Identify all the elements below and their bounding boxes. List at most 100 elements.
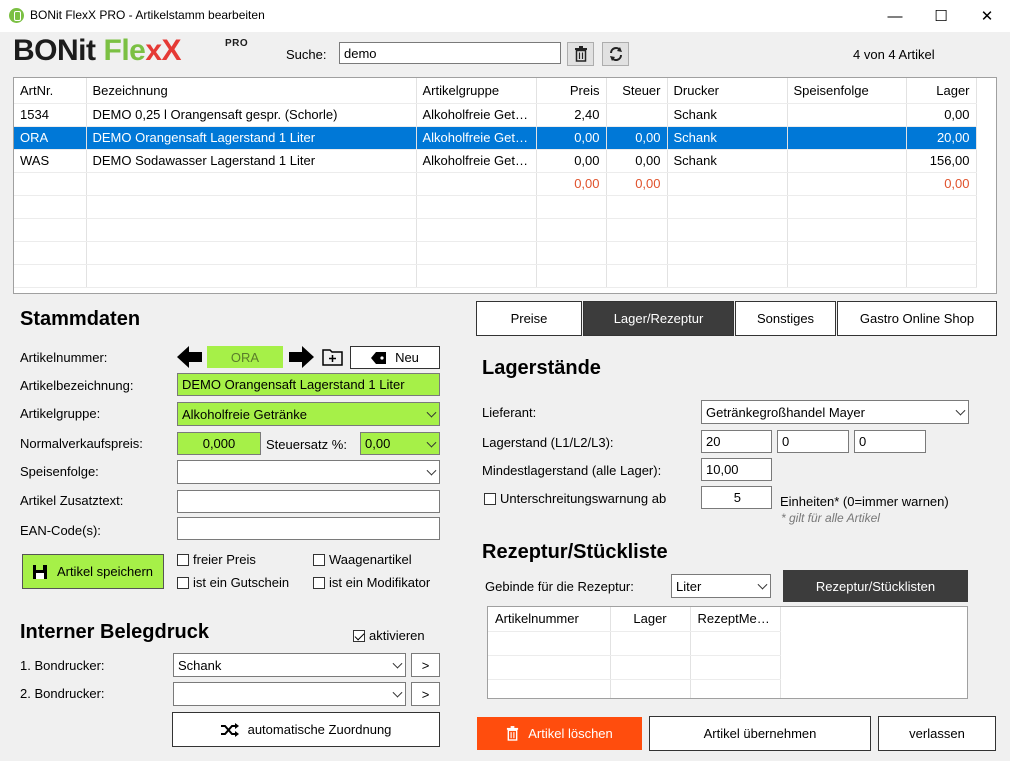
steuersatz-value: 0,00 bbox=[365, 436, 391, 451]
warnung-input[interactable]: 5 bbox=[701, 486, 772, 509]
cell-artnr: WAS bbox=[14, 149, 87, 173]
aktivieren-label: aktivieren bbox=[369, 628, 425, 643]
minimize-button[interactable]: — bbox=[872, 0, 918, 32]
cell-steuer-total: 0,00 bbox=[606, 172, 668, 196]
gutschein-checkbox[interactable]: ist ein Gutschein bbox=[177, 575, 289, 590]
artikelgruppe-label: Artikelgruppe: bbox=[20, 406, 101, 421]
table-row[interactable]: 1534 DEMO 0,25 l Orangensaft gespr. (Sch… bbox=[14, 103, 977, 127]
cell-speisenfolge bbox=[787, 149, 907, 173]
col-steuer[interactable]: Steuer bbox=[606, 78, 668, 104]
col-lager[interactable]: Lager bbox=[610, 607, 691, 632]
lieferant-select[interactable]: Getränkegroßhandel Mayer bbox=[701, 400, 969, 424]
previous-article-button[interactable] bbox=[177, 346, 202, 368]
rezeptur-stuecklisten-button[interactable]: Rezeptur/Stücklisten bbox=[783, 570, 968, 602]
lagerstand-label: Lagerstand (L1/L2/L3): bbox=[482, 435, 614, 450]
bondrucker2-more-button[interactable]: > bbox=[411, 682, 440, 706]
table-row[interactable]: WAS DEMO Sodawasser Lagerstand 1 Liter A… bbox=[14, 149, 977, 173]
col-artnr[interactable]: ArtNr. bbox=[14, 78, 87, 104]
clear-search-button[interactable] bbox=[567, 42, 594, 66]
gebinde-select[interactable]: Liter bbox=[671, 574, 771, 598]
tab-gastro-online-shop[interactable]: Gastro Online Shop bbox=[837, 301, 997, 336]
checkbox-box bbox=[177, 576, 189, 589]
trash-icon bbox=[507, 726, 519, 741]
tab-lager-rezeptur[interactable]: Lager/Rezeptur bbox=[583, 301, 734, 336]
col-artikelnummer[interactable]: Artikelnummer bbox=[488, 607, 611, 632]
new-article-label: Neu bbox=[395, 350, 419, 365]
lagerstand-l1-input[interactable]: 20 bbox=[701, 430, 772, 453]
steuersatz-select[interactable]: 0,00 bbox=[360, 432, 440, 455]
logo-text-flex: Fle bbox=[103, 34, 146, 67]
stammdaten-heading: Stammdaten bbox=[20, 308, 141, 330]
tab-sonstiges[interactable]: Sonstiges bbox=[735, 301, 836, 336]
close-button[interactable]: ✕ bbox=[964, 0, 1010, 32]
chevron-down-icon bbox=[426, 437, 437, 448]
zusatztext-input[interactable] bbox=[177, 490, 440, 513]
bondrucker2-select[interactable] bbox=[173, 682, 406, 706]
speisenfolge-label: Speisenfolge: bbox=[20, 464, 99, 479]
cell-bezeichnung: DEMO Orangensaft Lagerstand 1 Liter bbox=[86, 126, 417, 150]
col-speisenfolge[interactable]: Speisenfolge bbox=[787, 78, 907, 104]
table-row-empty bbox=[488, 655, 781, 680]
speisenfolge-select[interactable] bbox=[177, 460, 440, 484]
auto-assign-label: automatische Zuordnung bbox=[247, 722, 392, 737]
belegdruck-heading: Interner Belegdruck bbox=[20, 621, 209, 643]
cell-steuer: 0,00 bbox=[606, 126, 668, 150]
col-rezeptmenge[interactable]: RezeptMenge bbox=[690, 607, 781, 632]
waagenartikel-checkbox[interactable]: Waagenartikel bbox=[313, 552, 412, 567]
rezeptur-grid: Artikelnummer Lager RezeptMenge bbox=[487, 606, 968, 699]
tab-preise[interactable]: Preise bbox=[476, 301, 582, 336]
lieferant-value: Getränkegroßhandel Mayer bbox=[706, 404, 865, 420]
col-artikelgruppe[interactable]: Artikelgruppe bbox=[416, 78, 537, 104]
ean-input[interactable] bbox=[177, 517, 440, 540]
artnr-input[interactable]: ORA bbox=[207, 346, 283, 368]
tag-icon bbox=[371, 351, 387, 364]
chevron-down-icon bbox=[392, 687, 403, 698]
cell-lager-total: 0,00 bbox=[906, 172, 977, 196]
trash-icon bbox=[574, 46, 587, 62]
cell-preis: 0,00 bbox=[536, 149, 607, 173]
bezeichnung-input[interactable]: DEMO Orangensaft Lagerstand 1 Liter bbox=[177, 373, 440, 396]
new-article-button[interactable]: Neu bbox=[350, 346, 440, 369]
auto-assign-button[interactable]: automatische Zuordnung bbox=[172, 712, 440, 747]
search-label: Suche: bbox=[286, 47, 327, 62]
next-article-button[interactable] bbox=[289, 346, 314, 368]
aktivieren-checkbox[interactable]: aktivieren bbox=[353, 628, 425, 643]
freier-preis-checkbox[interactable]: freier Preis bbox=[177, 552, 256, 567]
bondrucker1-select[interactable]: Schank bbox=[173, 653, 406, 677]
save-icon bbox=[32, 564, 47, 579]
cell-bezeichnung: DEMO Sodawasser Lagerstand 1 Liter bbox=[86, 149, 417, 173]
col-preis[interactable]: Preis bbox=[536, 78, 607, 104]
cell-drucker: Schank bbox=[667, 149, 788, 173]
new-folder-button[interactable] bbox=[322, 347, 344, 367]
col-drucker[interactable]: Drucker bbox=[667, 78, 788, 104]
mindestlagerstand-input[interactable]: 10,00 bbox=[701, 458, 772, 481]
checkbox-box bbox=[313, 576, 325, 589]
refresh-button[interactable] bbox=[602, 42, 629, 66]
unterschreitungswarnung-checkbox[interactable]: Unterschreitungswarnung ab bbox=[484, 491, 666, 506]
cell-speisenfolge bbox=[787, 103, 907, 127]
modifikator-checkbox[interactable]: ist ein Modifikator bbox=[313, 575, 430, 590]
cell-drucker: Schank bbox=[667, 126, 788, 150]
exit-button[interactable]: verlassen bbox=[878, 716, 996, 751]
lagerstand-l3-input[interactable]: 0 bbox=[854, 430, 926, 453]
mindestlagerstand-label: Mindestlagerstand (alle Lager): bbox=[482, 463, 662, 478]
lagerstand-l2-input[interactable]: 0 bbox=[777, 430, 849, 453]
apply-article-button[interactable]: Artikel übernehmen bbox=[649, 716, 871, 751]
col-bezeichnung[interactable]: Bezeichnung bbox=[86, 78, 417, 104]
table-row-empty bbox=[488, 631, 781, 656]
waagenartikel-label: Waagenartikel bbox=[329, 552, 412, 567]
cell-artnr: 1534 bbox=[14, 103, 87, 127]
preis-input[interactable]: 0,000 bbox=[177, 432, 261, 455]
freier-preis-label: freier Preis bbox=[193, 552, 256, 567]
delete-article-button[interactable]: Artikel löschen bbox=[477, 717, 642, 750]
col-lager[interactable]: Lager bbox=[906, 78, 977, 104]
search-input[interactable]: demo bbox=[339, 42, 561, 64]
save-article-button[interactable]: Artikel speichern bbox=[22, 554, 164, 589]
delete-article-label: Artikel löschen bbox=[528, 726, 613, 741]
rezeptur-heading: Rezeptur/Stückliste bbox=[482, 541, 668, 563]
table-row-selected[interactable]: ORA DEMO Orangensaft Lagerstand 1 Liter … bbox=[14, 126, 977, 150]
bondrucker1-more-button[interactable]: > bbox=[411, 653, 440, 677]
artikelgruppe-select[interactable]: Alkoholfreie Getränke bbox=[177, 402, 440, 426]
maximize-button[interactable]: ☐ bbox=[918, 0, 964, 32]
cell-speisenfolge bbox=[787, 172, 907, 196]
